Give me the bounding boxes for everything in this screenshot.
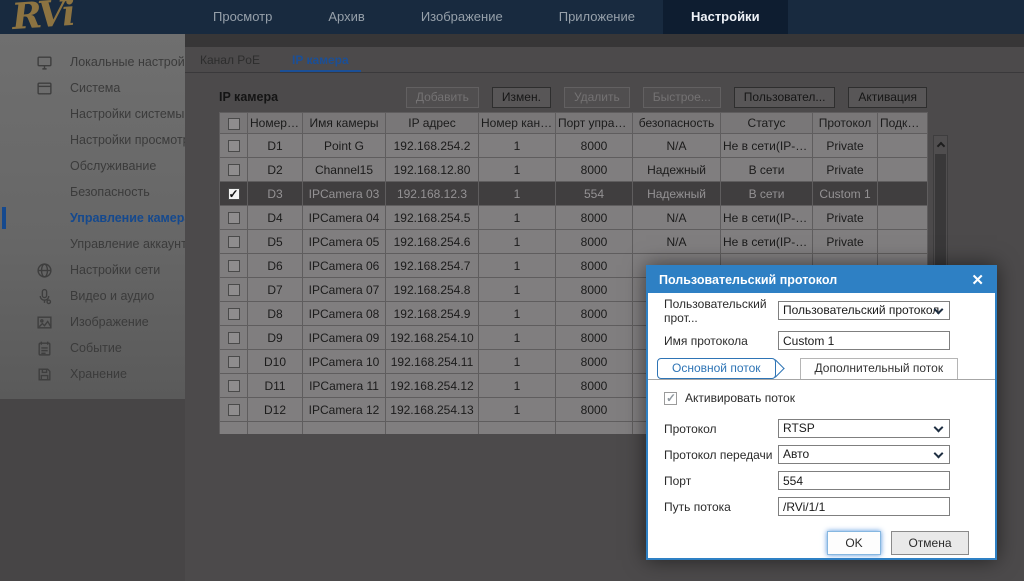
port-label: Порт (664, 473, 692, 488)
content-tabs: Канал PoE IP камера (185, 47, 1024, 73)
row-checkbox[interactable] (227, 212, 240, 225)
row-checkbox[interactable] (227, 164, 240, 177)
panel-title: IP камера (219, 90, 279, 104)
monitor-icon (36, 54, 53, 71)
sidebar-item-event[interactable]: Событие (0, 335, 185, 361)
row-checkbox[interactable] (227, 284, 240, 297)
ok-button[interactable]: OK (827, 531, 881, 555)
table-row[interactable]: D4 IPCamera 04 192.168.254.5 1 8000 N/A … (219, 205, 928, 230)
nav-tabs: Просмотр Архив Изображение Приложение На… (185, 0, 788, 34)
row-checkbox[interactable] (227, 332, 240, 345)
tab-arrow-icon (776, 358, 786, 379)
row-checkbox[interactable] (227, 404, 240, 417)
table-row[interactable]: D5 IPCamera 05 192.168.254.6 1 8000 N/A … (219, 229, 928, 254)
activation-button[interactable]: Активация (848, 86, 927, 108)
main-stream-tab[interactable]: Основной поток (657, 358, 776, 379)
row-checkbox[interactable] (227, 356, 240, 369)
chevron-down-icon (933, 448, 944, 459)
col-protocol: Протокол (812, 112, 878, 134)
col-connection: Подклю... (877, 112, 928, 134)
table-row[interactable]: D2 Channel15 192.168.12.80 1 8000 Надежн… (219, 157, 928, 182)
sidebar: Локальные настройки Система Настройки си… (0, 34, 208, 581)
sidebar-item-network-settings[interactable]: Настройки сети (0, 257, 185, 283)
row-checkbox[interactable] (227, 380, 240, 393)
table-row[interactable]: D3 IPCamera 03 192.168.12.3 1 554 Надежн… (219, 181, 928, 206)
custom-protocol-button[interactable]: Пользовател... (733, 86, 836, 108)
tab-poe-channel[interactable]: Канал PoE (188, 47, 272, 72)
stream-path-input[interactable] (778, 497, 950, 516)
enable-stream-label: Активировать поток (685, 391, 795, 405)
nav-tab-image[interactable]: Изображение (393, 0, 531, 34)
nav-tab-archive[interactable]: Архив (300, 0, 392, 34)
system-icon (36, 80, 53, 97)
toolbar: Добавить Измен. Удалить Быстрое... Польз… (405, 86, 927, 108)
row-checkbox[interactable] (227, 140, 240, 153)
sidebar-item-maintenance[interactable]: Обслуживание (0, 153, 185, 179)
transfer-protocol-select[interactable]: Авто (778, 445, 950, 464)
col-ip-address: IP адрес (385, 112, 479, 134)
protocol-name-label: Имя протокола (664, 333, 748, 348)
modify-button[interactable]: Измен. (491, 86, 551, 108)
row-checkbox[interactable] (227, 187, 240, 201)
sidebar-item-view-settings[interactable]: Настройки просмотра (0, 127, 197, 153)
table-row[interactable]: D1 Point G 192.168.254.2 1 8000 N/A Не в… (219, 133, 928, 158)
sub-stream-tab[interactable]: Дополнительный поток (799, 358, 959, 379)
top-band (185, 34, 1024, 47)
custom-protocol-select[interactable]: Пользовательский протокол (778, 301, 950, 320)
transfer-protocol-label: Протокол передачи (664, 447, 773, 462)
delete-button[interactable]: Удалить (563, 86, 630, 108)
rvi-logo: RVi (10, 0, 75, 39)
col-status: Статус (720, 112, 813, 134)
scroll-up-button[interactable] (934, 136, 947, 152)
custom-protocol-dialog: Пользовательский протокол ✕ Пользователь… (646, 265, 997, 560)
protocol-label: Протокол (664, 421, 717, 436)
col-camera-name: Имя камеры (302, 112, 386, 134)
sidebar-item-local-settings[interactable]: Локальные настройки (0, 49, 197, 75)
sidebar-item-system-settings[interactable]: Настройки системы (0, 101, 185, 127)
add-button[interactable]: Добавить (405, 86, 479, 108)
close-icon[interactable]: ✕ (971, 273, 984, 288)
table-header-row: Номер канала Имя камеры IP адрес Номер к… (219, 112, 928, 134)
sidebar-menu: Локальные настройки Система Настройки си… (0, 34, 208, 399)
protocol-select-label: Пользовательский прот... (664, 296, 767, 325)
col-channel-number: Номер канала (247, 112, 303, 134)
port-input[interactable] (778, 471, 950, 490)
row-checkbox[interactable] (227, 236, 240, 249)
dialog-header: Пользовательский протокол ✕ (648, 267, 995, 293)
col-channel-number-2: Номер канала (478, 112, 556, 134)
storage-icon (36, 366, 53, 383)
cancel-button[interactable]: Отмена (891, 531, 969, 555)
sidebar-item-video-audio[interactable]: Видео и аудио (0, 283, 185, 309)
enable-stream-checkbox[interactable] (664, 391, 677, 405)
stream-path-label: Путь потока (664, 499, 731, 514)
row-checkbox[interactable] (227, 308, 240, 321)
protocol-name-input[interactable] (778, 331, 950, 350)
quick-add-button[interactable]: Быстрое... (642, 86, 721, 108)
tab-ip-camera[interactable]: IP камера (279, 47, 361, 72)
dialog-title: Пользовательский протокол (659, 273, 838, 287)
nav-tab-settings[interactable]: Настройки (662, 0, 788, 34)
image-icon (36, 314, 53, 331)
sidebar-item-account-management[interactable]: Управление аккаунтом (0, 231, 202, 257)
col-management-port: Порт управления (555, 112, 633, 134)
sidebar-item-system[interactable]: Система (0, 75, 185, 101)
select-all-checkbox[interactable] (227, 117, 240, 130)
row-checkbox[interactable] (227, 260, 240, 273)
event-icon (36, 340, 53, 357)
chevron-up-icon (936, 141, 945, 150)
network-icon (36, 262, 53, 279)
audio-icon (36, 288, 53, 305)
nav-tab-view[interactable]: Просмотр (185, 0, 300, 34)
sidebar-item-camera-management[interactable]: Управление камерами (0, 205, 208, 231)
top-nav-bar: RVi Просмотр Архив Изображение Приложени… (0, 0, 1024, 38)
sidebar-item-storage[interactable]: Хранение (0, 361, 185, 387)
protocol-select[interactable]: RTSP (778, 419, 950, 438)
sidebar-item-security[interactable]: Безопасность (0, 179, 185, 205)
stream-tabs: Основной поток Дополнительный поток (648, 358, 995, 380)
col-security: безопасность (632, 112, 721, 134)
chevron-down-icon (933, 422, 944, 433)
sidebar-item-image[interactable]: Изображение (0, 309, 185, 335)
nav-tab-application[interactable]: Приложение (531, 0, 663, 34)
